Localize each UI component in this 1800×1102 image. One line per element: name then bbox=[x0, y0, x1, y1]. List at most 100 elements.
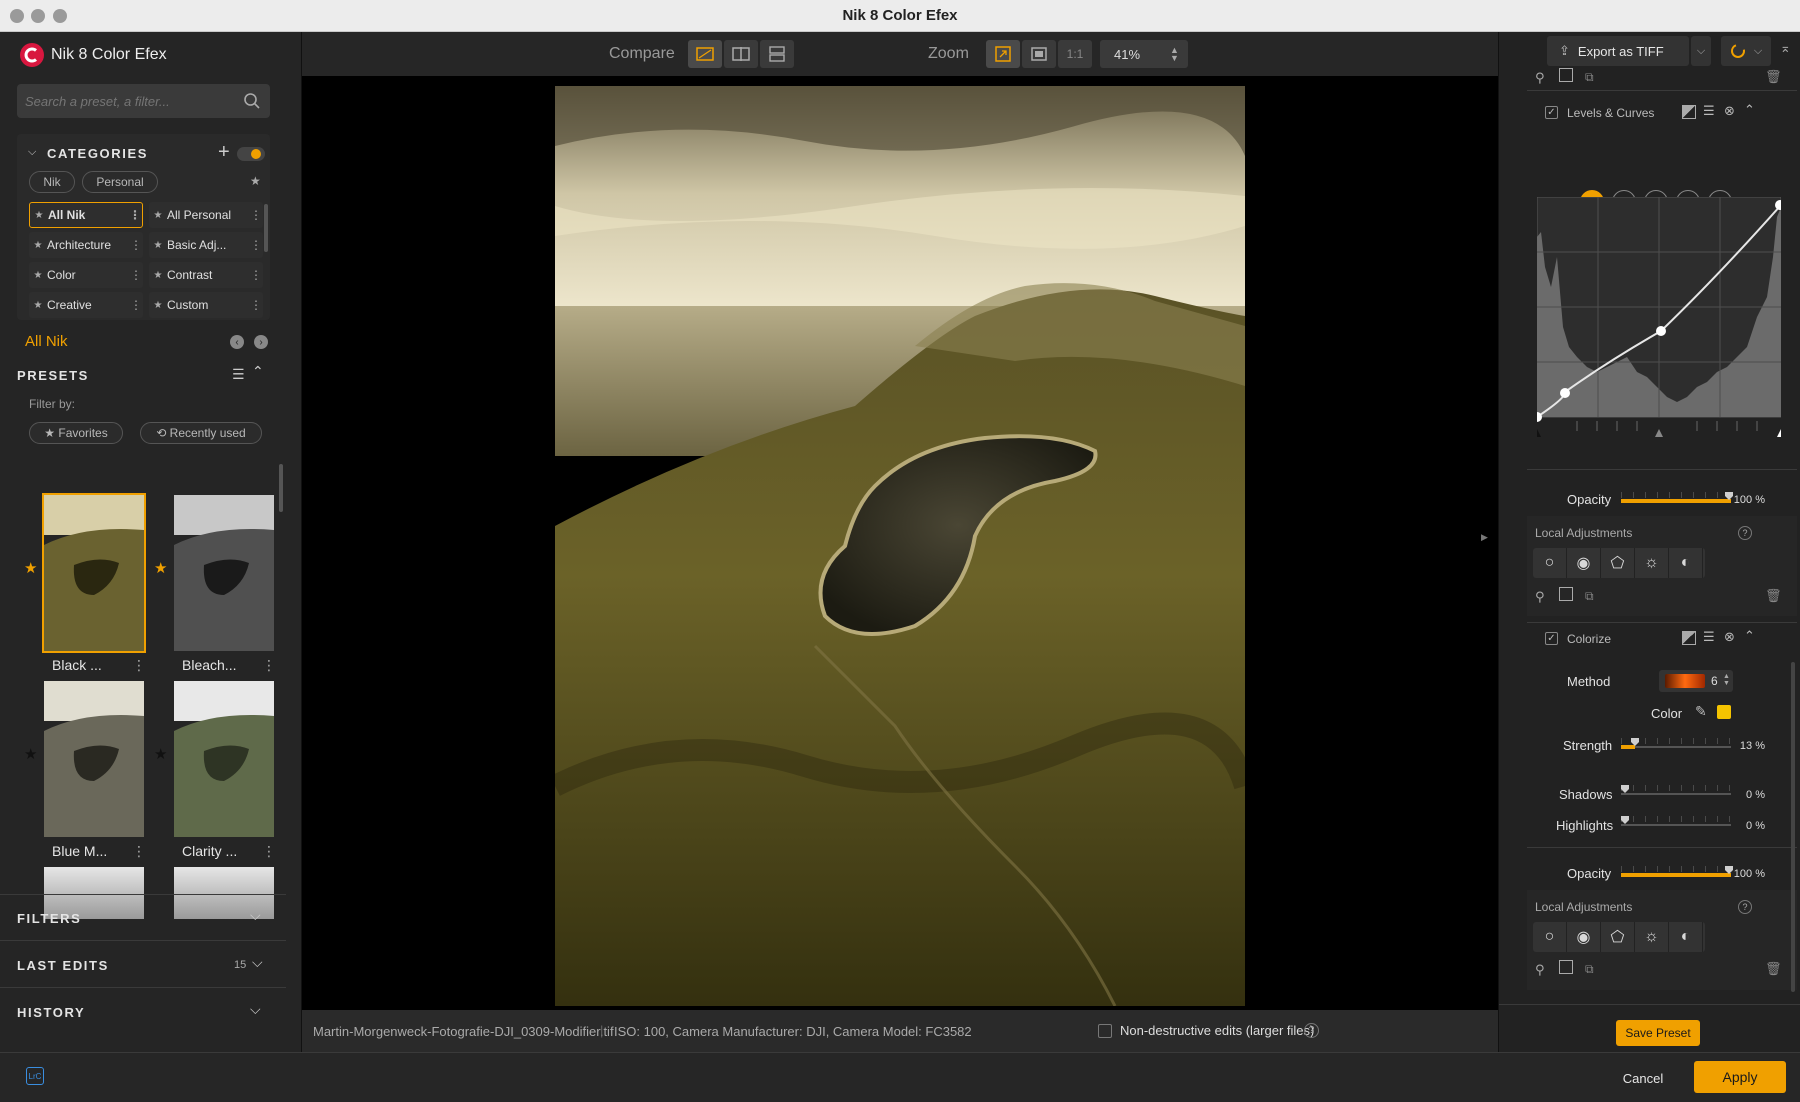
recently-used-filter-button[interactable]: ⟲ Recently used bbox=[140, 422, 262, 444]
color-swatch[interactable] bbox=[1717, 705, 1731, 719]
chevron-down-icon[interactable]: ⌵ bbox=[28, 146, 36, 159]
strength-slider[interactable] bbox=[1621, 738, 1731, 750]
trash-icon[interactable]: 🗑 bbox=[1765, 588, 1782, 604]
zoom-100-button[interactable]: 1:1 bbox=[1058, 40, 1092, 68]
more-options-icon[interactable]: ⋮ bbox=[129, 238, 143, 252]
fit-to-screen-button[interactable] bbox=[986, 40, 1020, 68]
luminosity-icon[interactable]: ☼ bbox=[1635, 548, 1669, 578]
favorite-filter-icon[interactable]: ★ bbox=[250, 174, 261, 188]
split-view-button[interactable] bbox=[724, 40, 758, 68]
levels-enable-checkbox[interactable]: ✓ bbox=[1545, 106, 1558, 119]
category-item[interactable]: ★ Color ⋮ bbox=[29, 262, 143, 288]
list-view-icon[interactable]: ☰ bbox=[232, 366, 245, 383]
lightroom-icon[interactable]: LrC bbox=[26, 1067, 44, 1085]
category-item[interactable]: ★ All Personal ⋮ bbox=[149, 202, 263, 228]
apply-button[interactable]: Apply bbox=[1694, 1061, 1786, 1093]
more-options-icon[interactable]: ⋮ bbox=[128, 208, 142, 222]
luminosity-icon[interactable]: ☼ bbox=[1635, 922, 1669, 952]
copy-icon[interactable]: ⧉ bbox=[1585, 589, 1594, 604]
more-options-icon[interactable]: ⋮ bbox=[129, 268, 143, 282]
add-category-icon[interactable]: + bbox=[218, 141, 230, 164]
trash-icon[interactable]: 🗑 bbox=[1765, 961, 1782, 977]
star-icon[interactable]: ★ bbox=[149, 240, 167, 251]
chevron-down-icon[interactable]: ⌵ bbox=[250, 1001, 261, 1018]
polygon-selection-icon[interactable]: ⬠ bbox=[1601, 922, 1635, 952]
star-icon[interactable]: ★ bbox=[29, 300, 47, 311]
search-input[interactable] bbox=[25, 91, 235, 111]
category-item[interactable]: ★ Basic Adj... ⋮ bbox=[149, 232, 263, 258]
control-point-icon[interactable]: ○ bbox=[1533, 548, 1567, 578]
star-icon[interactable]: ★ bbox=[149, 270, 167, 281]
help-icon[interactable]: ? bbox=[1738, 526, 1752, 540]
side-by-side-button[interactable] bbox=[760, 40, 794, 68]
category-item[interactable]: ★ Architecture ⋮ bbox=[29, 232, 143, 258]
collapse-right-icon[interactable]: ▶ bbox=[1481, 532, 1488, 543]
export-button[interactable]: ⇪ Export as TIFF bbox=[1547, 36, 1689, 66]
brush-icon[interactable]: ⚲ bbox=[1535, 70, 1545, 86]
category-item[interactable]: ★ Creative ⋮ bbox=[29, 292, 143, 318]
favorites-filter-button[interactable]: ★ Favorites bbox=[29, 422, 123, 444]
chevron-up-icon[interactable]: ⌃ bbox=[1744, 628, 1755, 644]
help-icon[interactable]: ? bbox=[1304, 1023, 1319, 1038]
more-options-icon[interactable]: ⋮ bbox=[249, 268, 263, 282]
mask-icon[interactable] bbox=[1559, 68, 1573, 82]
control-point-icon[interactable]: ○ bbox=[1533, 922, 1567, 952]
next-icon[interactable]: › bbox=[254, 335, 268, 349]
copy-icon[interactable]: ⧉ bbox=[1585, 70, 1594, 85]
search-box[interactable] bbox=[17, 84, 270, 118]
chevron-up-icon[interactable]: ⌃ bbox=[1744, 102, 1755, 118]
export-dropdown-button[interactable]: ⌵ bbox=[1691, 36, 1711, 66]
more-options-icon[interactable]: ⋮ bbox=[132, 843, 146, 860]
preview-image[interactable] bbox=[555, 86, 1245, 1006]
favorite-star-icon[interactable]: ★ bbox=[154, 559, 167, 577]
shadows-slider[interactable] bbox=[1621, 785, 1731, 797]
more-options-icon[interactable]: ⋮ bbox=[132, 657, 146, 674]
filter-mask-icon[interactable] bbox=[1682, 631, 1696, 645]
last-edits-section[interactable]: LAST EDITS 15 ⌵ bbox=[0, 940, 286, 986]
categories-scrollbar[interactable] bbox=[264, 204, 268, 252]
trash-icon[interactable]: 🗑 bbox=[1765, 69, 1782, 85]
polygon-selection-icon[interactable]: ⬠ bbox=[1601, 548, 1635, 578]
preset-thumbnail[interactable] bbox=[174, 495, 274, 651]
more-options-icon[interactable]: ⋮ bbox=[262, 657, 276, 674]
curve-editor[interactable] bbox=[1532, 196, 1785, 445]
favorite-star-icon[interactable]: ★ bbox=[24, 745, 37, 763]
favorite-star-icon[interactable]: ★ bbox=[154, 745, 167, 763]
sync-button[interactable]: ⌵ bbox=[1721, 36, 1771, 66]
remove-filter-icon[interactable]: ⊗ bbox=[1724, 103, 1735, 119]
filter-menu-icon[interactable]: ☰ bbox=[1703, 629, 1715, 645]
preset-thumbnail[interactable] bbox=[44, 681, 144, 837]
filters-section[interactable]: FILTERS ⌵ bbox=[0, 894, 286, 940]
eyedropper-icon[interactable]: ✎ bbox=[1695, 703, 1707, 720]
mask-icon[interactable] bbox=[1559, 960, 1573, 974]
cancel-button[interactable]: Cancel bbox=[1600, 1063, 1686, 1093]
more-options-icon[interactable]: ⋮ bbox=[129, 298, 143, 312]
favorite-star-icon[interactable]: ★ bbox=[24, 559, 37, 577]
nondestructive-checkbox[interactable] bbox=[1098, 1024, 1112, 1038]
help-icon[interactable]: ? bbox=[1738, 900, 1752, 914]
mask-icon[interactable] bbox=[1559, 587, 1573, 601]
remove-filter-icon[interactable]: ⊗ bbox=[1724, 629, 1735, 645]
more-options-icon[interactable]: ⋮ bbox=[262, 843, 276, 860]
star-icon[interactable]: ★ bbox=[29, 270, 47, 281]
colorize-opacity-slider[interactable] bbox=[1621, 866, 1733, 878]
levels-opacity-slider[interactable] bbox=[1621, 492, 1733, 504]
zoom-level-select[interactable]: 41% ▲ ▼ bbox=[1100, 40, 1188, 68]
categories-toggle[interactable] bbox=[237, 147, 265, 161]
category-item[interactable]: ★ Contrast ⋮ bbox=[149, 262, 263, 288]
color-range-icon[interactable]: ◐ bbox=[1669, 922, 1703, 952]
filter-mask-icon[interactable] bbox=[1682, 105, 1696, 119]
more-options-icon[interactable]: ⋮ bbox=[249, 298, 263, 312]
method-select[interactable]: 6 ▲ ▼ bbox=[1659, 670, 1733, 692]
collapse-all-icon[interactable]: ⌅ bbox=[1780, 40, 1791, 56]
search-icon[interactable] bbox=[243, 92, 261, 115]
category-item[interactable]: ★ All Nik ⋮ bbox=[29, 202, 143, 228]
chevron-up-icon[interactable]: ⌃ bbox=[252, 363, 264, 380]
preset-thumbnail[interactable] bbox=[42, 493, 146, 653]
chevron-down-icon[interactable]: ⌵ bbox=[252, 954, 263, 971]
copy-icon[interactable]: ⧉ bbox=[1585, 962, 1594, 977]
right-panel-scrollbar[interactable] bbox=[1791, 662, 1795, 992]
highlights-slider[interactable] bbox=[1621, 816, 1731, 828]
color-range-icon[interactable]: ◐ bbox=[1669, 548, 1703, 578]
save-preset-button[interactable]: Save Preset bbox=[1616, 1020, 1700, 1046]
